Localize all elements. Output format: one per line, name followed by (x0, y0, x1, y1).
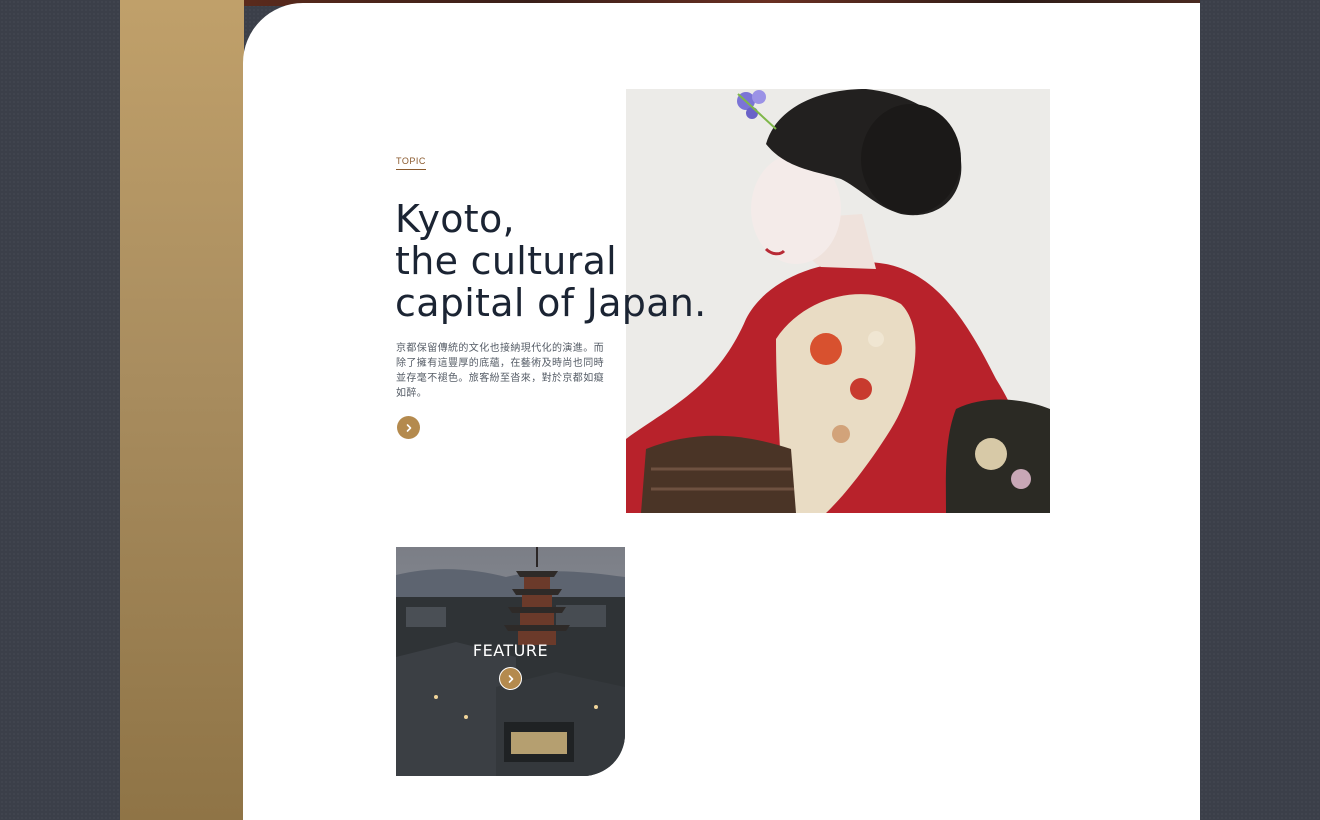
feature-more-button[interactable] (499, 667, 522, 690)
hero-title-line-3: capital of Japan. (395, 281, 707, 325)
hero-title-line-2: the cultural (395, 239, 618, 283)
chevron-right-icon (508, 674, 513, 683)
chevron-right-icon (406, 423, 411, 432)
gold-side-strip (120, 0, 244, 820)
feature-card[interactable] (396, 547, 625, 776)
hero-title: Kyoto, the cultural capital of Japan. (395, 198, 707, 324)
feature-kyoto-image (396, 547, 625, 776)
hero-more-button[interactable] (397, 416, 420, 439)
feature-label: FEATURE (472, 641, 549, 660)
topic-label: TOPIC (396, 156, 426, 170)
hero-description: 京都保留傳統的文化也接納現代化的演進。而除了擁有這豐厚的底蘊，在藝術及時尚也同時… (396, 343, 604, 399)
hero-title-line-1: Kyoto, (395, 197, 515, 241)
